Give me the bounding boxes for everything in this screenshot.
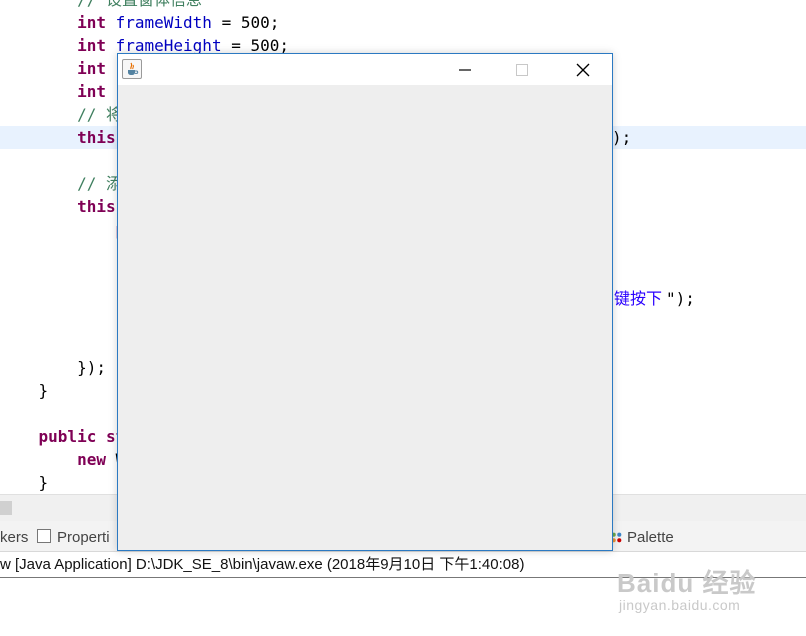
code-line: // 设置窗体信息 (0, 0, 202, 11)
code-line: int frameWidth = 500; (0, 11, 279, 34)
code-token: this (77, 128, 116, 147)
code-line: public st (0, 425, 126, 448)
code-line: // 将 (0, 103, 122, 126)
maximize-icon (516, 63, 528, 76)
code-token: int (77, 82, 106, 101)
maximize-button[interactable] (499, 54, 545, 85)
code-line: }); (0, 356, 106, 379)
window-content-pane[interactable] (118, 85, 612, 550)
watermark-url: jingyan.baidu.com (619, 597, 741, 613)
close-icon (576, 63, 590, 76)
code-line: } (0, 333, 126, 356)
java-cup-icon (128, 62, 139, 76)
code-fragment-string: 键按下 (614, 289, 663, 308)
tab-palette-label: Palette (627, 529, 674, 546)
code-token: } (0, 335, 126, 354)
code-token: } (0, 381, 49, 400)
code-line: int f (0, 57, 125, 80)
minimize-button[interactable] (442, 54, 488, 85)
code-token: int (77, 59, 106, 78)
code-fragment-string-close: "); (666, 289, 695, 308)
tab-properties-label: Properti (57, 529, 110, 546)
code-token: }); (0, 358, 106, 377)
baidu-watermark: Baidu 经验 jingyan.baidu.com (617, 563, 767, 619)
window-titlebar[interactable] (118, 54, 612, 85)
code-token: frameWidth (115, 13, 212, 32)
code-token: public (38, 427, 97, 446)
code-token: new (77, 450, 106, 469)
code-line: // 添 (0, 172, 122, 195)
close-button[interactable] (560, 54, 606, 85)
tab-markers-label: kers (0, 529, 29, 546)
code-token: // 添 (77, 174, 122, 193)
code-token: = 500; (211, 13, 280, 32)
code-line: } (0, 379, 49, 402)
code-line: this. (0, 195, 125, 218)
code-token: // 将 (77, 105, 122, 124)
code-line: int f (0, 80, 125, 103)
code-fragment-paren: ); (612, 128, 632, 147)
code-line: p (0, 218, 126, 241)
tab-properties[interactable]: Properti (37, 521, 110, 551)
scrollbar-thumb[interactable] (0, 501, 12, 515)
minimize-icon (459, 68, 471, 71)
watermark-logo: Baidu 经验 (617, 568, 757, 598)
code-token: // 设置窗体信息 (77, 0, 202, 9)
tab-palette[interactable]: Palette (610, 521, 674, 551)
code-token: this (77, 197, 116, 216)
code-token: } (0, 473, 49, 492)
java-window[interactable] (117, 53, 613, 551)
code-line: new W (0, 448, 125, 471)
properties-icon (37, 529, 51, 543)
java-app-icon[interactable] (122, 59, 142, 79)
code-token: int (77, 36, 106, 55)
code-token: int (77, 13, 106, 32)
code-line: } (0, 471, 49, 494)
tab-markers[interactable]: kers (0, 521, 28, 551)
